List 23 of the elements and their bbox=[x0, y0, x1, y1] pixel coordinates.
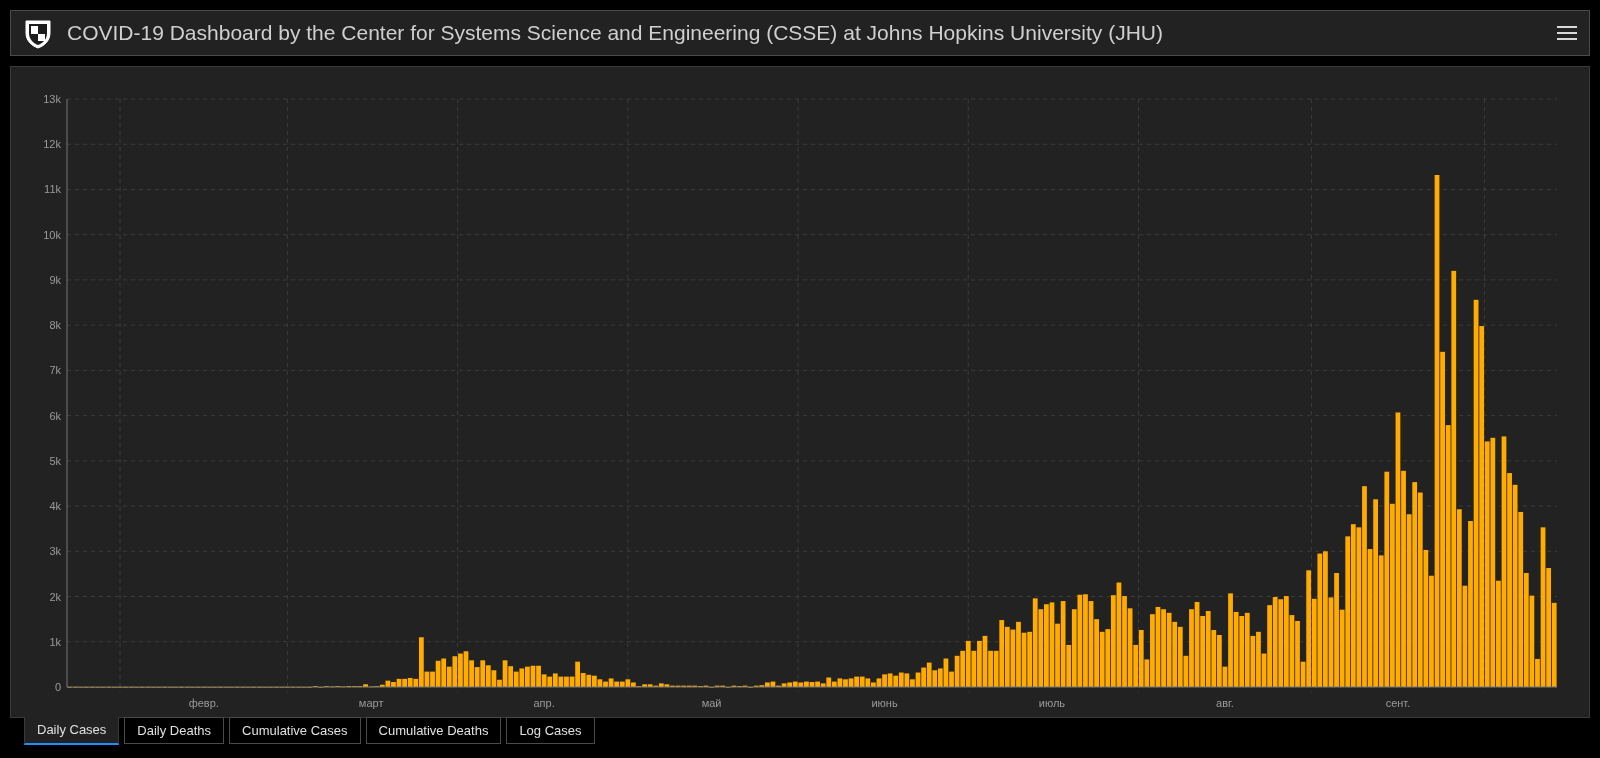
header-title: COVID-19 Dashboard by the Center for Systems Science and Engineering (CSSE) at Johns Hopkins University (JHU) bbox=[67, 20, 1163, 47]
axis-label: 10k bbox=[43, 228, 61, 241]
axis-label: май bbox=[701, 697, 722, 709]
axis-label: апр. bbox=[533, 697, 555, 709]
axis-label: июль bbox=[1038, 697, 1066, 709]
axis-label: 7k bbox=[49, 364, 61, 377]
axis-label: июнь bbox=[871, 697, 898, 709]
axis-label: 2k bbox=[49, 590, 61, 603]
axis-label: 5k bbox=[49, 454, 61, 467]
axis-label: 4k bbox=[49, 500, 61, 513]
axis-label: 8k bbox=[49, 319, 61, 332]
axis-label: 13k bbox=[43, 93, 61, 105]
axis-label: 1k bbox=[49, 635, 61, 648]
axis-label: 0 bbox=[54, 681, 61, 693]
axis-label: март bbox=[358, 697, 384, 709]
axis-label: авг. bbox=[1216, 697, 1234, 709]
axis-label: 9k bbox=[49, 273, 61, 286]
axis-label: 6k bbox=[49, 409, 61, 422]
axis-label: 12k bbox=[43, 138, 61, 151]
axis-label: февр. bbox=[188, 697, 219, 709]
axis-label: 11k bbox=[44, 183, 61, 196]
axis-label: 3k bbox=[49, 545, 61, 558]
axis-label: сент. bbox=[1385, 697, 1411, 709]
